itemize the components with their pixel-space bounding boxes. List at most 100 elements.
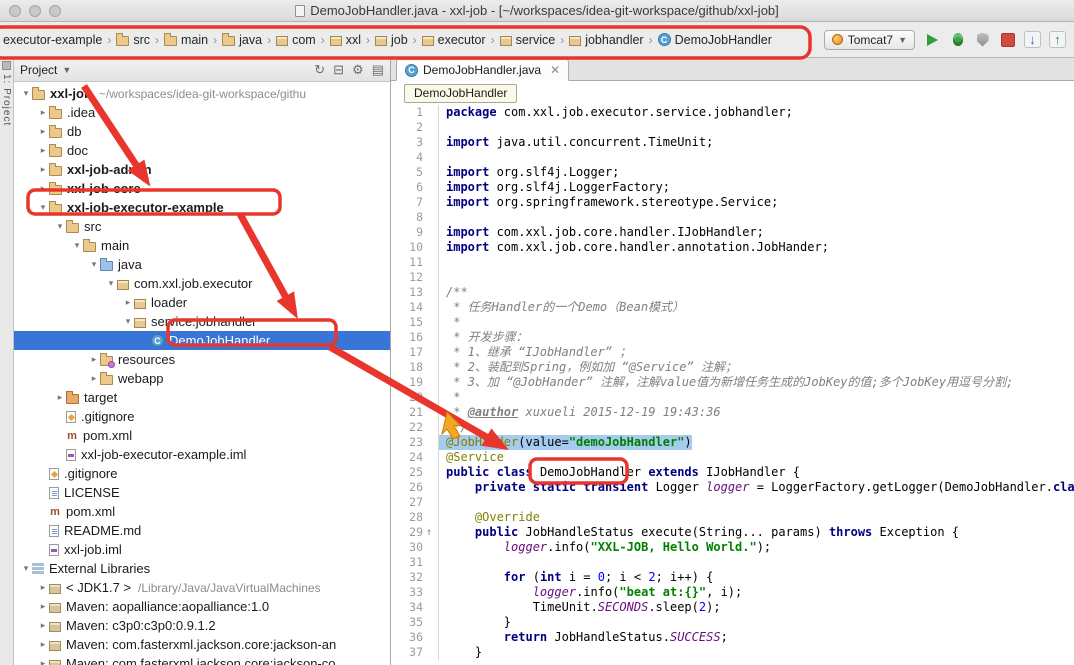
tree-item[interactable]: xxl-job-executor-example.iml xyxy=(14,445,390,464)
code-line[interactable]: 28 @Override xyxy=(391,510,1074,525)
chevron-expanded-icon[interactable]: ▾ xyxy=(122,316,134,327)
chevron-collapsed-icon[interactable]: ▸ xyxy=(37,601,49,612)
tree-item[interactable]: .gitignore xyxy=(14,407,390,426)
code-line[interactable]: 36 return JobHandleStatus.SUCCESS; xyxy=(391,630,1074,645)
breadcrumb-item[interactable]: xxl xyxy=(329,31,362,49)
chevron-expanded-icon[interactable]: ▾ xyxy=(54,221,66,232)
tree-item[interactable]: ▸db xyxy=(14,122,390,141)
code-line[interactable]: 3import java.util.concurrent.TimeUnit; xyxy=(391,135,1074,150)
code-line[interactable]: 21 * @author xuxueli 2015-12-19 19:43:36 xyxy=(391,405,1074,420)
chevron-collapsed-icon[interactable]: ▸ xyxy=(88,373,100,384)
project-strip-label[interactable]: 1: Project xyxy=(1,74,12,126)
chevron-collapsed-icon[interactable]: ▸ xyxy=(122,297,134,308)
code-line[interactable]: 30 logger.info("XXL-JOB, Hello World."); xyxy=(391,540,1074,555)
tree-item[interactable]: ▾xxl-job-executor-example xyxy=(14,198,390,217)
editor-breadcrumb-chip[interactable]: DemoJobHandler xyxy=(404,84,517,103)
tree-item[interactable]: ▸xxl-job-core xyxy=(14,179,390,198)
sync-icon[interactable]: ↻ xyxy=(314,62,325,78)
code-line[interactable]: 20 * xyxy=(391,390,1074,405)
code-line[interactable]: 18 * 2、装配到Spring，例如加 “@Service” 注解； xyxy=(391,360,1074,375)
tree-item[interactable]: LICENSE xyxy=(14,483,390,502)
tree-item[interactable]: ▸loader xyxy=(14,293,390,312)
tree-item[interactable]: ▾java xyxy=(14,255,390,274)
chevron-collapsed-icon[interactable]: ▸ xyxy=(37,620,49,631)
code-line[interactable]: 27 xyxy=(391,495,1074,510)
code-line[interactable]: 17 * 1、继承 “IJobHandler” ； xyxy=(391,345,1074,360)
tool-window-icon[interactable] xyxy=(2,61,11,70)
tree-item[interactable]: ▸resources xyxy=(14,350,390,369)
tree-item[interactable]: .gitignore xyxy=(14,464,390,483)
code-line[interactable]: 16 * 开发步骤： xyxy=(391,330,1074,345)
tree-item[interactable]: DemoJobHandler xyxy=(14,331,390,350)
chevron-collapsed-icon[interactable]: ▸ xyxy=(37,107,49,118)
code-line[interactable]: 32 for (int i = 0; i < 2; i++) { xyxy=(391,570,1074,585)
tree-item[interactable]: ▾src xyxy=(14,217,390,236)
code-line[interactable]: 12 xyxy=(391,270,1074,285)
code-line[interactable]: 2 xyxy=(391,120,1074,135)
tree-item[interactable]: pom.xml xyxy=(14,502,390,521)
vcs-update-icon[interactable]: ↓ xyxy=(1024,31,1041,48)
chevron-expanded-icon[interactable]: ▾ xyxy=(71,240,83,251)
tree-item[interactable]: README.md xyxy=(14,521,390,540)
chevron-collapsed-icon[interactable]: ▸ xyxy=(54,392,66,403)
code-line[interactable]: 26 private static transient Logger logge… xyxy=(391,480,1074,495)
code-line[interactable]: 15 * xyxy=(391,315,1074,330)
settings-icon[interactable]: ⚙ xyxy=(352,62,364,78)
zoom-window-button[interactable] xyxy=(49,5,61,17)
code-line[interactable]: 1package com.xxl.job.executor.service.jo… xyxy=(391,105,1074,120)
code-line[interactable]: 5import org.slf4j.Logger; xyxy=(391,165,1074,180)
code-line[interactable]: 37 } xyxy=(391,645,1074,660)
chevron-collapsed-icon[interactable]: ▸ xyxy=(37,582,49,593)
chevron-collapsed-icon[interactable]: ▸ xyxy=(37,145,49,156)
code-line[interactable]: 6import org.slf4j.LoggerFactory; xyxy=(391,180,1074,195)
stop-icon[interactable] xyxy=(999,31,1016,48)
chevron-expanded-icon[interactable]: ▾ xyxy=(105,278,117,289)
chevron-collapsed-icon[interactable]: ▸ xyxy=(37,639,49,650)
tree-item[interactable]: ▸xxl-job-admin xyxy=(14,160,390,179)
chevron-collapsed-icon[interactable]: ▸ xyxy=(37,126,49,137)
code-line[interactable]: 29↑ public JobHandleStatus execute(Strin… xyxy=(391,525,1074,540)
tree-item[interactable]: ▸< JDK1.7 >/Library/Java/JavaVirtualMach… xyxy=(14,578,390,597)
breadcrumb-item[interactable]: service xyxy=(499,31,557,49)
tree-item[interactable]: ▸Maven: com.fasterxml.jackson.core:jacks… xyxy=(14,654,390,665)
breadcrumb-item[interactable]: jobhandler xyxy=(568,31,644,49)
code-line[interactable]: 11 xyxy=(391,255,1074,270)
code-line[interactable]: 24@Service xyxy=(391,450,1074,465)
minimize-window-button[interactable] xyxy=(29,5,41,17)
run-icon[interactable] xyxy=(924,31,941,48)
chevron-collapsed-icon[interactable]: ▸ xyxy=(88,354,100,365)
chevron-collapsed-icon[interactable]: ▸ xyxy=(37,658,49,665)
chevron-expanded-icon[interactable]: ▾ xyxy=(20,563,32,574)
tree-item[interactable]: ▾main xyxy=(14,236,390,255)
breadcrumb-item[interactable]: com xyxy=(275,31,317,49)
panel-icon[interactable]: ▤ xyxy=(372,62,384,78)
code-line[interactable]: 23@JobHander(value="demoJobHandler") xyxy=(391,435,1074,450)
breadcrumb-item[interactable]: src xyxy=(115,31,151,49)
tree-item[interactable]: ▸Maven: aopalliance:aopalliance:1.0 xyxy=(14,597,390,616)
tree-item[interactable]: xxl-job.iml xyxy=(14,540,390,559)
editor-tab[interactable]: DemoJobHandler.java ✕ xyxy=(396,59,569,81)
tree-item[interactable]: ▸webapp xyxy=(14,369,390,388)
code-line[interactable]: 9import com.xxl.job.core.handler.IJobHan… xyxy=(391,225,1074,240)
project-panel-title[interactable]: Project xyxy=(20,63,57,77)
tree-item[interactable]: ▾External Libraries xyxy=(14,559,390,578)
breadcrumb-item[interactable]: DemoJobHandler xyxy=(657,31,773,49)
chevron-expanded-icon[interactable]: ▾ xyxy=(37,202,49,213)
code-line[interactable]: 22 */ xyxy=(391,420,1074,435)
breadcrumb-item[interactable]: job xyxy=(374,31,409,49)
code-editor[interactable]: 1package com.xxl.job.executor.service.jo… xyxy=(391,105,1074,665)
code-line[interactable]: 8 xyxy=(391,210,1074,225)
close-tab-icon[interactable]: ✕ xyxy=(550,63,560,77)
override-marker-icon[interactable]: ↑ xyxy=(426,525,432,540)
tree-item[interactable]: pom.xml xyxy=(14,426,390,445)
tree-item[interactable]: ▸.idea xyxy=(14,103,390,122)
breadcrumb-item[interactable]: executor-example xyxy=(2,31,103,49)
code-line[interactable]: 7import org.springframework.stereotype.S… xyxy=(391,195,1074,210)
code-line[interactable]: 4 xyxy=(391,150,1074,165)
code-line[interactable]: 35 } xyxy=(391,615,1074,630)
tree-item[interactable]: ▾com.xxl.job.executor xyxy=(14,274,390,293)
tree-item[interactable]: ▾xxl-job~/workspaces/idea-git-workspace/… xyxy=(14,84,390,103)
coverage-icon[interactable] xyxy=(974,31,991,48)
tree-item[interactable]: ▾service.jobhandler xyxy=(14,312,390,331)
tree-item[interactable]: ▸Maven: c3p0:c3p0:0.9.1.2 xyxy=(14,616,390,635)
